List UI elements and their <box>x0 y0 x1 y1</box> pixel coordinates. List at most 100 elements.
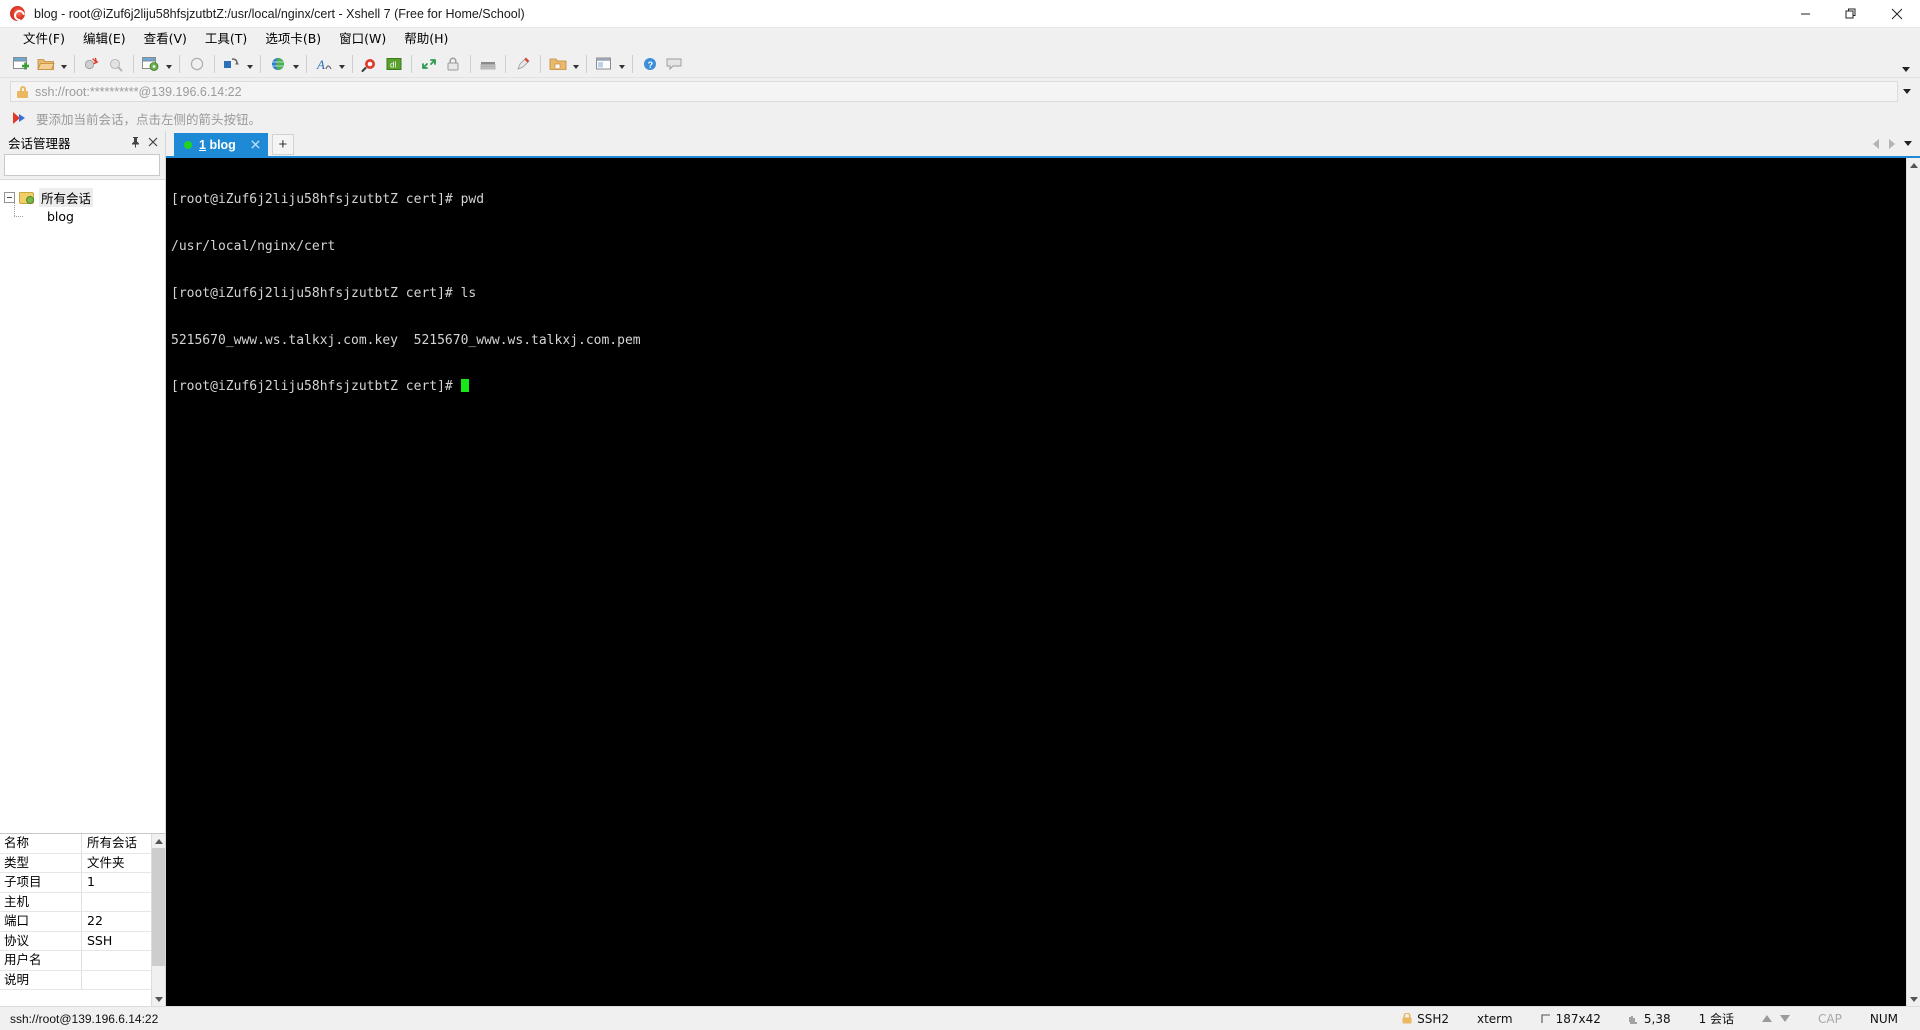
menu-help[interactable]: 帮助(H) <box>395 28 457 50</box>
session-properties-dropdown[interactable] <box>163 52 174 76</box>
menu-window[interactable]: 窗口(W) <box>330 28 395 50</box>
folder-color-icon[interactable] <box>546 52 570 76</box>
toolbar-separator <box>214 54 215 73</box>
minimize-button[interactable] <box>1782 0 1828 28</box>
comment-icon[interactable] <box>662 52 686 76</box>
red-arrow-icon <box>12 111 28 125</box>
terminal-output[interactable]: [root@iZuf6j2liju58hfsjzutbtZ cert]# pwd… <box>166 158 1906 1006</box>
terminal-prompt: [root@iZuf6j2liju58hfsjzutbtZ cert]# <box>171 379 461 395</box>
session-properties-icon[interactable] <box>139 52 163 76</box>
arrow-up-icon[interactable] <box>1762 1015 1773 1022</box>
folder-color-dropdown[interactable] <box>570 52 581 76</box>
lock-icon <box>17 85 28 98</box>
scroll-up-button[interactable] <box>152 834 165 848</box>
status-scroll-arrows[interactable] <box>1748 1015 1804 1022</box>
web-browser-dropdown[interactable] <box>290 52 301 76</box>
terminal-scrollbar[interactable] <box>1906 158 1920 1006</box>
tab-prev-button[interactable] <box>1868 133 1884 155</box>
terminal-scroll-down-button[interactable] <box>1907 992 1920 1006</box>
tab-nav-controls <box>1868 131 1920 156</box>
session-manager-title: 会话管理器 <box>8 135 71 151</box>
toolbar-separator <box>133 54 134 73</box>
transfer-dropdown[interactable] <box>244 52 255 76</box>
toolbar-separator <box>260 54 261 73</box>
pin-icon[interactable] <box>127 133 144 151</box>
find-icon[interactable] <box>358 52 382 76</box>
menu-file[interactable]: 文件(F) <box>14 28 74 50</box>
property-value <box>82 893 151 912</box>
terminal-cursor <box>460 379 469 393</box>
highlight-icon[interactable] <box>511 52 535 76</box>
close-icon[interactable] <box>144 133 161 151</box>
toolbar-separator <box>586 54 587 73</box>
restore-button[interactable] <box>1828 0 1874 28</box>
font-dropdown[interactable] <box>336 52 347 76</box>
address-input[interactable]: ssh://root:**********@139.196.6.14:22 <box>10 81 1898 102</box>
reconnect-icon[interactable] <box>104 52 128 76</box>
toolbar-separator <box>74 54 75 73</box>
log-icon[interactable]: dl <box>382 52 406 76</box>
layout-icon[interactable] <box>592 52 616 76</box>
address-dropdown-button[interactable] <box>1898 78 1916 105</box>
disconnect-icon[interactable] <box>80 52 104 76</box>
scrollbar-thumb[interactable] <box>152 848 165 966</box>
property-value: SSH <box>87 932 113 948</box>
search-input[interactable] <box>5 156 164 174</box>
tree-node-label: 所有会话 <box>39 188 94 207</box>
help-icon[interactable]: ? <box>638 52 662 76</box>
tree-node-all-sessions[interactable]: 所有会话 <box>0 188 165 207</box>
svg-text:?: ? <box>648 60 654 70</box>
tab-menu-button[interactable] <box>1900 133 1916 155</box>
tab-blog[interactable]: 1 blog <box>174 133 268 156</box>
property-value: 1 <box>87 874 95 889</box>
transfer-icon[interactable] <box>220 52 244 76</box>
menu-view[interactable]: 查看(V) <box>135 28 196 50</box>
scrollbar-track[interactable] <box>152 966 165 992</box>
toolbar-separator <box>352 54 353 73</box>
web-browser-icon[interactable] <box>266 52 290 76</box>
open-session-dropdown[interactable] <box>58 52 69 76</box>
property-row: 子项目 1 <box>0 873 151 893</box>
open-session-icon[interactable] <box>34 52 58 76</box>
menu-tools[interactable]: 工具(T) <box>196 28 256 50</box>
layout-dropdown[interactable] <box>616 52 627 76</box>
new-session-icon[interactable] <box>10 52 34 76</box>
status-terminal-type: xterm <box>1476 1011 1513 1026</box>
close-button[interactable] <box>1874 0 1920 28</box>
terminal-scroll-up-button[interactable] <box>1907 158 1920 172</box>
terminal-line: [root@iZuf6j2liju58hfsjzutbtZ cert]# pwd <box>171 192 485 208</box>
toolbar-separator <box>411 54 412 73</box>
clear-screen-icon[interactable] <box>185 52 209 76</box>
lock-icon[interactable] <box>441 52 465 76</box>
terminal-wrapper: [root@iZuf6j2liju58hfsjzutbtZ cert]# pwd… <box>166 156 1920 1006</box>
arrow-down-icon[interactable] <box>1780 1015 1791 1022</box>
terminal-line: [root@iZuf6j2liju58hfsjzutbtZ cert]# ls <box>171 285 477 301</box>
property-value <box>82 971 151 990</box>
tab-next-button[interactable] <box>1884 133 1900 155</box>
tab-index: 1 <box>199 137 206 152</box>
scroll-down-button[interactable] <box>152 992 165 1006</box>
session-manager-panel: 会话管理器 所有会话 blog 名称 所有会话 类型 文件夹 子项目 1 主机 … <box>0 131 180 1006</box>
keyboard-icon[interactable] <box>476 52 500 76</box>
status-sessions: 1 会话 <box>1698 1012 1735 1026</box>
tip-text: 要添加当前会话，点击左侧的箭头按钮。 <box>36 111 262 127</box>
terminal-line: /usr/local/nginx/cert <box>171 238 336 254</box>
font-icon[interactable]: A <box>312 52 336 76</box>
tree-node-blog[interactable]: blog <box>0 198 165 226</box>
new-tab-button[interactable]: + <box>271 134 294 155</box>
menu-tabs[interactable]: 选项卡(B) <box>256 28 330 50</box>
property-key: 协议 <box>0 931 82 950</box>
session-search-box[interactable] <box>4 154 180 176</box>
terminal-scrollbar-track[interactable] <box>1907 172 1920 992</box>
properties-table: 名称 所有会话 类型 文件夹 子项目 1 主机 端口 22 协议 SSH 用户名… <box>0 834 151 1006</box>
status-num-lock: NUM <box>1869 1011 1898 1026</box>
toolbar-overflow-button[interactable] <box>1898 50 1914 78</box>
menu-edit[interactable]: 编辑(E) <box>74 28 135 50</box>
properties-scrollbar[interactable] <box>151 834 165 1006</box>
toolbar-separator <box>632 54 633 73</box>
status-right-group: SSH2 xterm 187x42 5,38 1 会话 CAP NUM <box>1388 1010 1912 1027</box>
properties-grid: 名称 所有会话 类型 文件夹 子项目 1 主机 端口 22 协议 SSH 用户名… <box>0 833 165 1006</box>
fullscreen-icon[interactable] <box>417 52 441 76</box>
session-icon <box>28 210 42 224</box>
tab-close-icon[interactable] <box>248 137 264 153</box>
